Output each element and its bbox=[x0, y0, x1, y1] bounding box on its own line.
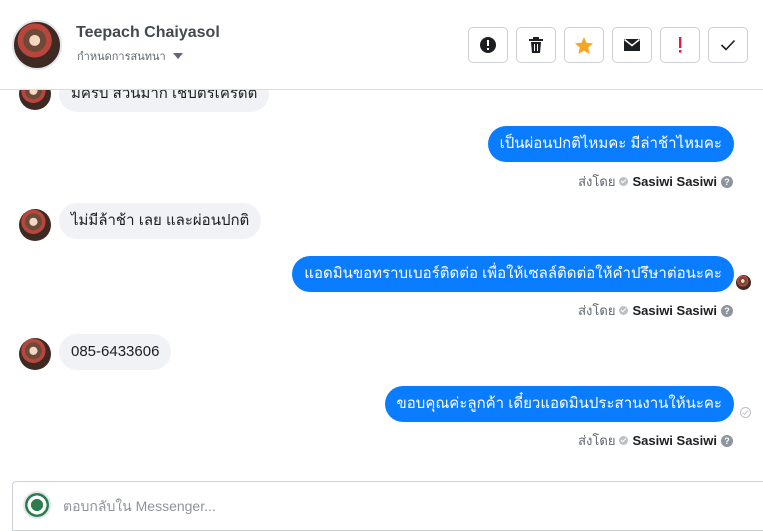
sent-by-info: ส่งโดย Sasiwi Sasiwi ? bbox=[578, 300, 733, 321]
sent-by-name: Sasiwi Sasiwi bbox=[632, 303, 717, 318]
contact-avatar-small[interactable] bbox=[19, 209, 51, 241]
sent-by-info: ส่งโดย Sasiwi Sasiwi ? bbox=[578, 430, 733, 451]
exclamation-icon bbox=[679, 37, 682, 53]
mark-done-button[interactable] bbox=[708, 27, 748, 63]
caret-down-icon bbox=[172, 53, 183, 59]
outgoing-message[interactable]: แอดมินขอทราบเบอร์ติดต่อ เพื่อให้เซลล์ติด… bbox=[292, 256, 734, 292]
envelope-icon bbox=[624, 38, 640, 51]
incoming-message[interactable]: ไม่มีล้าช้า เลย และผ่อนปกติ bbox=[59, 203, 262, 239]
star-icon bbox=[575, 36, 593, 54]
sent-by-label: ส่งโดย bbox=[578, 433, 616, 448]
check-icon bbox=[720, 39, 736, 51]
contact-avatar-small[interactable] bbox=[19, 338, 51, 370]
reply-composer bbox=[12, 481, 763, 531]
question-icon[interactable]: ? bbox=[721, 304, 733, 317]
sent-check-icon bbox=[619, 436, 629, 445]
delivered-check-icon bbox=[740, 407, 751, 418]
star-button[interactable] bbox=[564, 27, 604, 63]
flag-important-button[interactable] bbox=[660, 27, 700, 63]
page-logo bbox=[23, 491, 51, 519]
sent-by-name: Sasiwi Sasiwi bbox=[632, 433, 717, 448]
outgoing-message[interactable]: เป็นผ่อนปกติไหมคะ มีล่าช้าไหมคะ bbox=[487, 126, 734, 162]
conversation-header: Teepach Chaiyasol กำหนดการสนทนา bbox=[0, 0, 763, 90]
contact-name[interactable]: Teepach Chaiyasol bbox=[76, 24, 220, 42]
conversation-status-label: กำหนดการสนทนา bbox=[77, 51, 166, 63]
delete-button[interactable] bbox=[516, 27, 556, 63]
sent-by-info: ส่งโดย Sasiwi Sasiwi ? bbox=[578, 171, 733, 192]
sent-by-label: ส่งโดย bbox=[578, 174, 616, 189]
sent-by-label: ส่งโดย bbox=[578, 303, 616, 318]
trash-icon bbox=[529, 37, 543, 53]
sent-check-icon bbox=[619, 306, 629, 315]
mark-unread-button[interactable] bbox=[612, 27, 652, 63]
outgoing-message[interactable]: ขอบคุณค่ะลูกค้า เดี๋ยวแอดมินประสานงานให้… bbox=[384, 386, 734, 422]
report-button[interactable] bbox=[468, 27, 508, 63]
incoming-message[interactable]: 085-6433606 bbox=[59, 334, 172, 370]
question-icon[interactable]: ? bbox=[721, 434, 733, 447]
sent-check-icon bbox=[619, 177, 629, 186]
reply-input[interactable] bbox=[63, 496, 743, 516]
question-icon[interactable]: ? bbox=[721, 175, 733, 188]
exclamation-circle-icon bbox=[480, 37, 496, 53]
sent-by-name: Sasiwi Sasiwi bbox=[632, 174, 717, 189]
seen-avatar bbox=[736, 275, 751, 290]
conversation-status-dropdown[interactable]: กำหนดการสนทนา bbox=[77, 47, 183, 65]
contact-avatar[interactable] bbox=[12, 20, 62, 70]
